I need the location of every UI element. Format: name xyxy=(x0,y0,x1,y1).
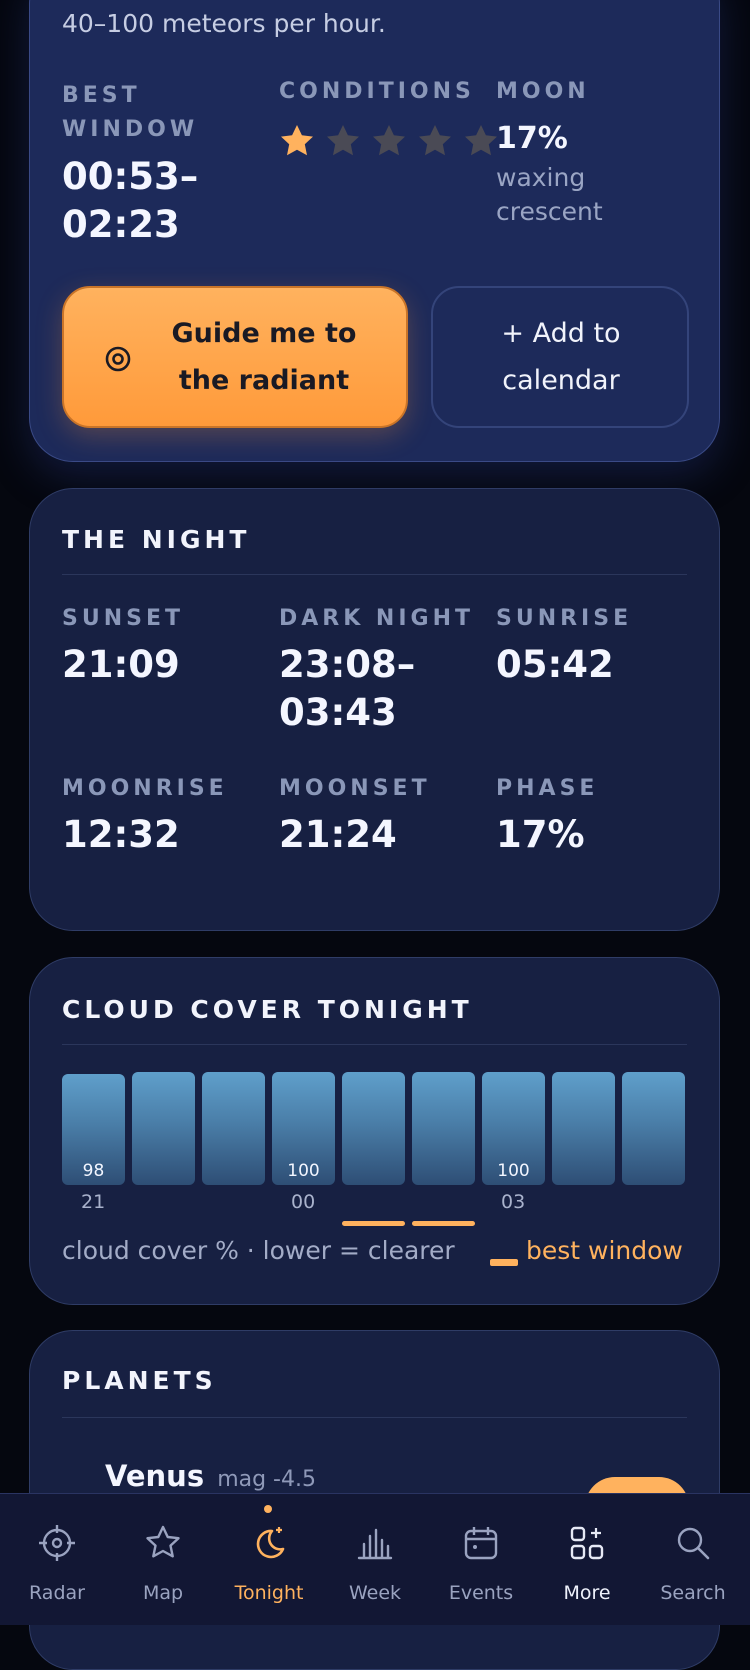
nav-label-radar: Radar xyxy=(29,1582,85,1604)
bar-chart-icon xyxy=(357,1528,393,1560)
grid-icon xyxy=(570,1526,604,1560)
guide-radiant-button[interactable]: Guide me to the radiant xyxy=(62,286,408,428)
cloud-cover-card: CLOUD COVER TONIGHT 21 98 00 100 03 100 cloud… xyxy=(29,957,720,1305)
tick-label: 21 xyxy=(81,1191,106,1213)
nav-item-tonight[interactable]: Tonight xyxy=(216,1494,322,1625)
cloud-bar xyxy=(342,1072,405,1185)
cloud-bar xyxy=(552,1072,615,1185)
star-filled-icon xyxy=(281,125,313,156)
star-icon xyxy=(146,1525,180,1558)
add-calendar-label: + Add to calendar xyxy=(501,318,621,396)
moon-percent: 17% xyxy=(496,121,568,156)
nav-item-map[interactable]: Map xyxy=(110,1494,216,1625)
search-icon xyxy=(677,1527,710,1560)
planet-magnitude: mag -4.5 xyxy=(217,1467,316,1492)
nav-label-tonight: Tonight xyxy=(234,1582,304,1604)
sunrise-value: 05:42 xyxy=(496,643,614,686)
nav-label-events: Events xyxy=(448,1582,514,1604)
moonrise-label: MOONRISE xyxy=(62,776,228,801)
bar-value-label: 100 xyxy=(497,1161,530,1181)
calendar-icon xyxy=(464,1527,498,1560)
dark-night-value: 23:08– 03:43 xyxy=(279,643,416,734)
night-card: THE NIGHT SUNSET 21:09 DARK NIGHT 23:08–… xyxy=(29,488,720,931)
moon-icon xyxy=(256,1527,285,1559)
divider xyxy=(62,574,687,575)
sunrise-label: SUNRISE xyxy=(496,606,633,631)
planets-title: PLANETS xyxy=(62,1366,217,1395)
cloud-bar xyxy=(132,1072,195,1185)
tick-label: 00 xyxy=(291,1191,316,1213)
sunset-label: SUNSET xyxy=(62,606,185,631)
sunset-value: 21:09 xyxy=(62,643,180,686)
target-icon xyxy=(105,346,131,372)
cloud-legend-text: cloud cover % · lower = clearer xyxy=(62,1236,455,1265)
best-window-marker xyxy=(412,1221,475,1226)
star-empty-icon xyxy=(465,125,497,156)
nav-item-week[interactable]: Week xyxy=(322,1494,428,1625)
phase-value: 17% xyxy=(496,813,585,856)
cloud-bar xyxy=(412,1072,475,1185)
radar-icon xyxy=(39,1525,75,1561)
moonrise-value: 12:32 xyxy=(62,813,180,856)
star-empty-icon xyxy=(327,125,359,156)
add-calendar-button[interactable]: + Add to calendar xyxy=(431,286,689,428)
dark-night-label: DARK NIGHT xyxy=(279,606,475,631)
bar-value-label: 100 xyxy=(287,1161,320,1181)
cloud-bar: 98 xyxy=(62,1074,125,1185)
cloud-bar: 100 xyxy=(272,1072,335,1185)
night-title: THE NIGHT xyxy=(62,525,251,554)
bar-value-label: 98 xyxy=(82,1160,105,1181)
meteor-shower-card: 40–100 meteors per hour. BEST WINDOW 00:… xyxy=(29,0,720,462)
moon-phase: waxing crescent xyxy=(496,163,603,226)
moonset-label: MOONSET xyxy=(279,776,431,801)
moon-label: MOON xyxy=(496,79,590,104)
planet-name: Venus xyxy=(105,1459,205,1493)
best-window-label: BEST WINDOW xyxy=(62,83,199,142)
best-window-swatch xyxy=(490,1259,518,1266)
nav-item-more[interactable]: More xyxy=(534,1494,640,1625)
best-window-marker xyxy=(342,1221,405,1226)
cloud-bar xyxy=(202,1072,265,1185)
conditions-label: CONDITIONS xyxy=(279,79,475,104)
nav-label-more: More xyxy=(563,1582,611,1604)
moonset-value: 21:24 xyxy=(279,813,397,856)
nav-item-search[interactable]: Search xyxy=(640,1494,746,1625)
cloud-bar: 100 xyxy=(482,1072,545,1185)
meteor-rate-text: 40–100 meteors per hour. xyxy=(62,9,386,38)
nav-label-week: Week xyxy=(348,1582,402,1604)
guide-radiant-label: Guide me to the radiant xyxy=(171,318,357,396)
best-window-legend: best window xyxy=(526,1236,683,1265)
planet-row-venus[interactable]: Venus mag -4.5 xyxy=(105,1459,316,1493)
conditions-rating xyxy=(279,123,499,159)
star-empty-icon xyxy=(419,125,451,156)
nav-item-events[interactable]: Events xyxy=(428,1494,534,1625)
tick-label: 03 xyxy=(501,1191,526,1213)
nav-label-map: Map xyxy=(142,1582,184,1604)
best-window-value: 00:53– 02:23 xyxy=(62,155,199,246)
bottom-navigation: Radar Map Tonight Week Events More Searc… xyxy=(0,1493,750,1625)
nav-item-radar[interactable]: Radar xyxy=(4,1494,110,1625)
cloud-bar xyxy=(622,1072,685,1185)
star-empty-icon xyxy=(373,125,405,156)
nav-label-search: Search xyxy=(660,1582,726,1604)
divider xyxy=(62,1417,687,1418)
phase-label: PHASE xyxy=(496,776,599,801)
